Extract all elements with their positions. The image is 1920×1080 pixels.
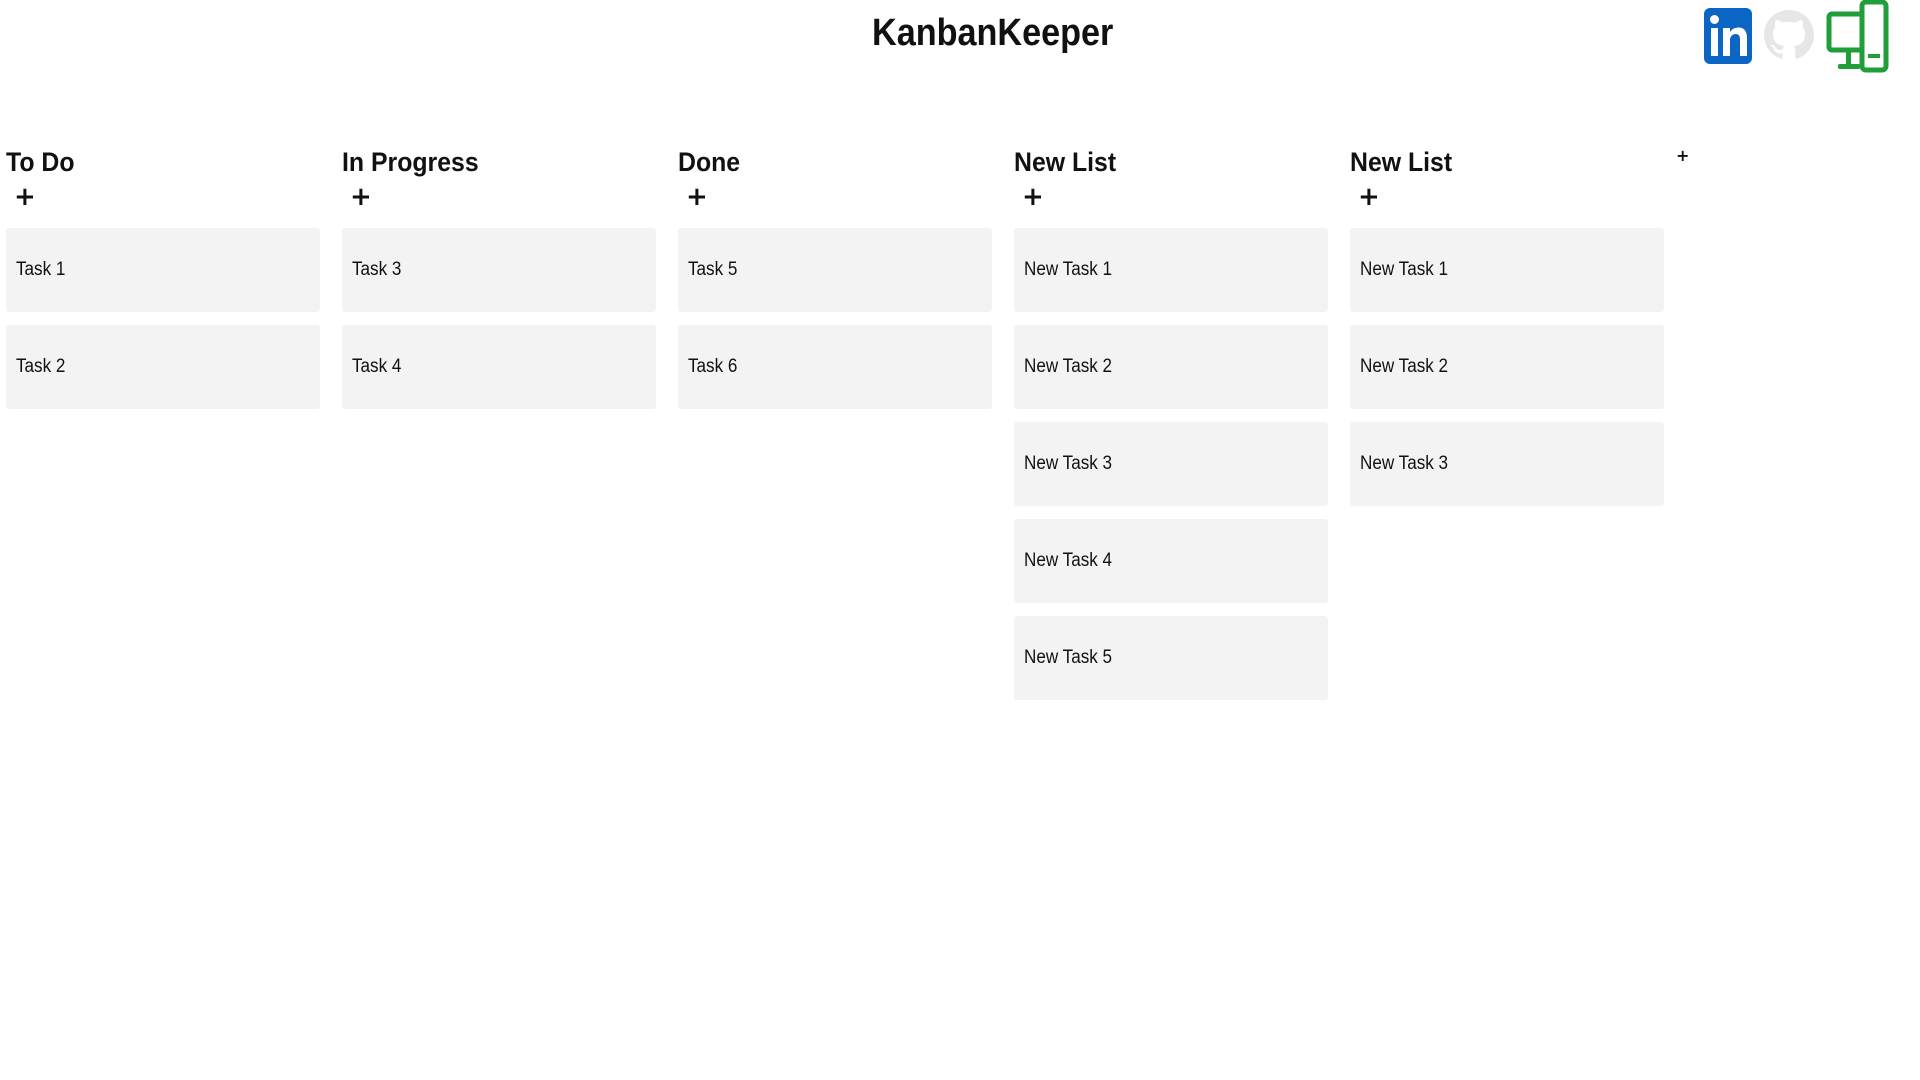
- task-label: Task 2: [16, 356, 66, 377]
- task-label: New Task 1: [1024, 259, 1113, 280]
- linkedin-link[interactable]: [1704, 8, 1752, 69]
- task-card[interactable]: New Task 5: [1014, 616, 1328, 700]
- card-list: New Task 1 New Task 2 New Task 3: [1350, 228, 1664, 506]
- card-list: New Task 1 New Task 2 New Task 3 New Tas…: [1014, 228, 1328, 700]
- column-to-do: To Do + Task 1 Task 2: [6, 144, 320, 409]
- column-title[interactable]: To Do: [6, 144, 295, 180]
- task-label: Task 4: [352, 356, 402, 377]
- task-card[interactable]: New Task 2: [1014, 325, 1328, 409]
- task-label: Task 5: [688, 259, 738, 280]
- task-card[interactable]: New Task 1: [1014, 228, 1328, 312]
- task-label: New Task 5: [1024, 647, 1113, 668]
- task-label: Task 3: [352, 259, 402, 280]
- devices-link[interactable]: [1826, 0, 1890, 79]
- task-card[interactable]: New Task 1: [1350, 228, 1664, 312]
- github-link[interactable]: [1762, 8, 1816, 71]
- page: KanbanKeeper To Do + Task 1 Task 2 In Pr…: [0, 0, 1920, 1080]
- app-title: KanbanKeeper: [872, 12, 1114, 54]
- column-title[interactable]: New List: [1350, 144, 1639, 180]
- task-card[interactable]: Task 4: [342, 325, 656, 409]
- add-task-button[interactable]: +: [350, 184, 372, 210]
- card-list: Task 3 Task 4: [342, 228, 656, 409]
- card-list: Task 5 Task 6: [678, 228, 992, 409]
- add-task-button[interactable]: +: [1358, 184, 1380, 210]
- task-label: New Task 2: [1360, 356, 1449, 377]
- task-label: Task 1: [16, 259, 66, 280]
- task-card[interactable]: New Task 4: [1014, 519, 1328, 603]
- task-label: New Task 3: [1024, 453, 1113, 474]
- linkedin-icon: [1704, 8, 1752, 64]
- task-label: New Task 2: [1024, 356, 1113, 377]
- column-title[interactable]: New List: [1014, 144, 1303, 180]
- task-label: New Task 3: [1360, 453, 1449, 474]
- task-label: New Task 4: [1024, 550, 1113, 571]
- task-card[interactable]: New Task 2: [1350, 325, 1664, 409]
- task-card[interactable]: Task 2: [6, 325, 320, 409]
- github-icon: [1764, 10, 1814, 59]
- task-card[interactable]: Task 6: [678, 325, 992, 409]
- column-in-progress: In Progress + Task 3 Task 4: [342, 144, 656, 409]
- header: KanbanKeeper: [860, 12, 1114, 55]
- task-card[interactable]: Task 5: [678, 228, 992, 312]
- add-task-button[interactable]: +: [14, 184, 36, 210]
- task-card[interactable]: Task 3: [342, 228, 656, 312]
- task-label: New Task 1: [1360, 259, 1449, 280]
- add-task-button[interactable]: +: [686, 184, 708, 210]
- column-title[interactable]: Done: [678, 144, 967, 180]
- social-links: [1704, 0, 1890, 79]
- task-card[interactable]: New Task 3: [1350, 422, 1664, 506]
- column-done: Done + Task 5 Task 6: [678, 144, 992, 409]
- column-new-list-2: New List + New Task 1 New Task 2 New Tas…: [1350, 144, 1664, 506]
- add-list-button[interactable]: +: [1676, 146, 1689, 165]
- add-task-button[interactable]: +: [1022, 184, 1044, 210]
- task-card[interactable]: Task 1: [6, 228, 320, 312]
- task-card[interactable]: New Task 3: [1014, 422, 1328, 506]
- task-label: Task 6: [688, 356, 738, 377]
- kanban-board: To Do + Task 1 Task 2 In Progress + Task…: [6, 144, 1664, 700]
- column-title[interactable]: In Progress: [342, 144, 631, 180]
- devices-icon: [1826, 0, 1889, 73]
- card-list: Task 1 Task 2: [6, 228, 320, 409]
- column-new-list-1: New List + New Task 1 New Task 2 New Tas…: [1014, 144, 1328, 700]
